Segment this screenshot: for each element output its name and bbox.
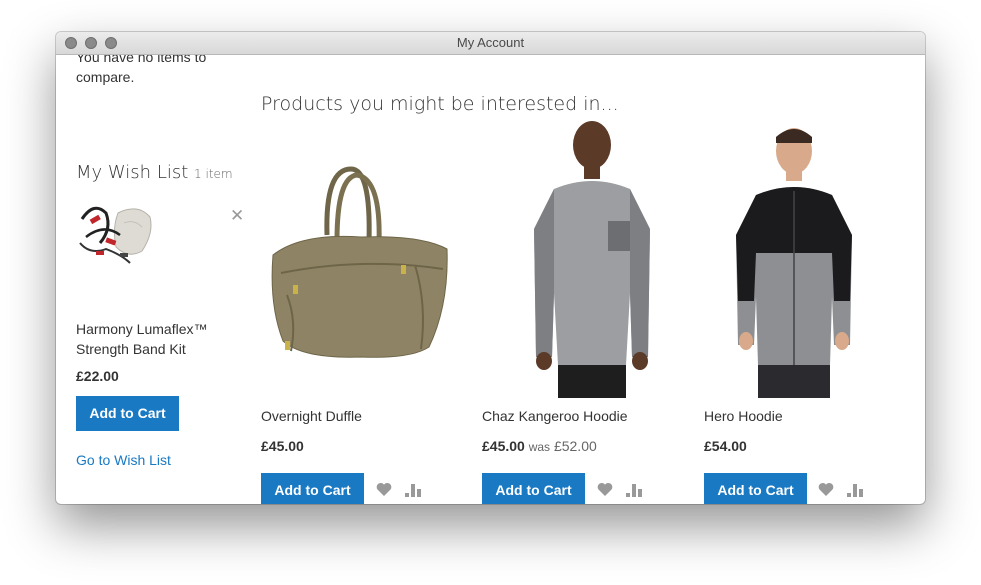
compare-icon[interactable] bbox=[626, 484, 642, 497]
browser-window: My Account You have no items to compare.… bbox=[56, 32, 925, 504]
product-name-overnight-duffle[interactable]: Overnight Duffle bbox=[261, 408, 362, 424]
heart-icon[interactable] bbox=[376, 482, 392, 497]
title-bar: My Account bbox=[56, 32, 925, 55]
product-final-price: £45.00 bbox=[482, 438, 525, 454]
heart-icon[interactable] bbox=[597, 482, 613, 497]
wishlist-count: 1 item bbox=[194, 167, 233, 181]
compare-icon[interactable] bbox=[405, 484, 421, 497]
wishlist-title-text: My Wish List bbox=[76, 162, 189, 183]
product-name-hero-hoodie[interactable]: Hero Hoodie bbox=[704, 408, 783, 424]
add-to-cart-button-chaz-kangeroo-hoodie[interactable]: Add to Cart bbox=[482, 473, 585, 504]
go-to-wishlist-link[interactable]: Go to Wish List bbox=[76, 452, 171, 468]
was-label: was bbox=[528, 440, 551, 454]
compare-icon[interactable] bbox=[847, 484, 863, 497]
product-price-chaz-kangeroo-hoodie: £45.00 was £52.00 bbox=[482, 438, 597, 454]
add-to-cart-button-hero-hoodie[interactable]: Add to Cart bbox=[704, 473, 807, 504]
wishlist-title: My Wish List 1 item bbox=[76, 162, 233, 183]
product-price-hero-hoodie: £54.00 bbox=[704, 438, 747, 454]
wishlist-item-name-line1[interactable]: Harmony Lumaflex™ bbox=[76, 319, 208, 339]
heart-icon[interactable] bbox=[818, 482, 834, 497]
product-name-chaz-kangeroo-hoodie[interactable]: Chaz Kangeroo Hoodie bbox=[482, 408, 628, 424]
wishlist-item-price: £22.00 bbox=[76, 368, 119, 384]
wishlist-item-name-line2[interactable]: Strength Band Kit bbox=[76, 339, 186, 359]
product-image-hero-hoodie[interactable] bbox=[716, 121, 876, 398]
old-price: £52.00 bbox=[553, 438, 597, 454]
compare-empty-text-line2: compare. bbox=[76, 69, 135, 85]
wishlist-add-to-cart-button[interactable]: Add to Cart bbox=[76, 396, 179, 431]
related-products-title: Products you might be interested in... bbox=[261, 93, 619, 115]
wishlist-item-image[interactable] bbox=[76, 193, 158, 273]
product-price-overnight-duffle: £45.00 bbox=[261, 438, 304, 454]
compare-empty-text-line1: You have no items to bbox=[76, 55, 207, 65]
page-content: You have no items to compare. My Wish Li… bbox=[56, 55, 925, 504]
product-image-overnight-duffle[interactable] bbox=[261, 145, 462, 365]
product-image-chaz-kangeroo-hoodie[interactable] bbox=[496, 117, 686, 398]
add-to-cart-button-overnight-duffle[interactable]: Add to Cart bbox=[261, 473, 364, 504]
window-title: My Account bbox=[456, 35, 525, 50]
remove-wishlist-item-icon[interactable]: ✕ bbox=[230, 207, 244, 224]
